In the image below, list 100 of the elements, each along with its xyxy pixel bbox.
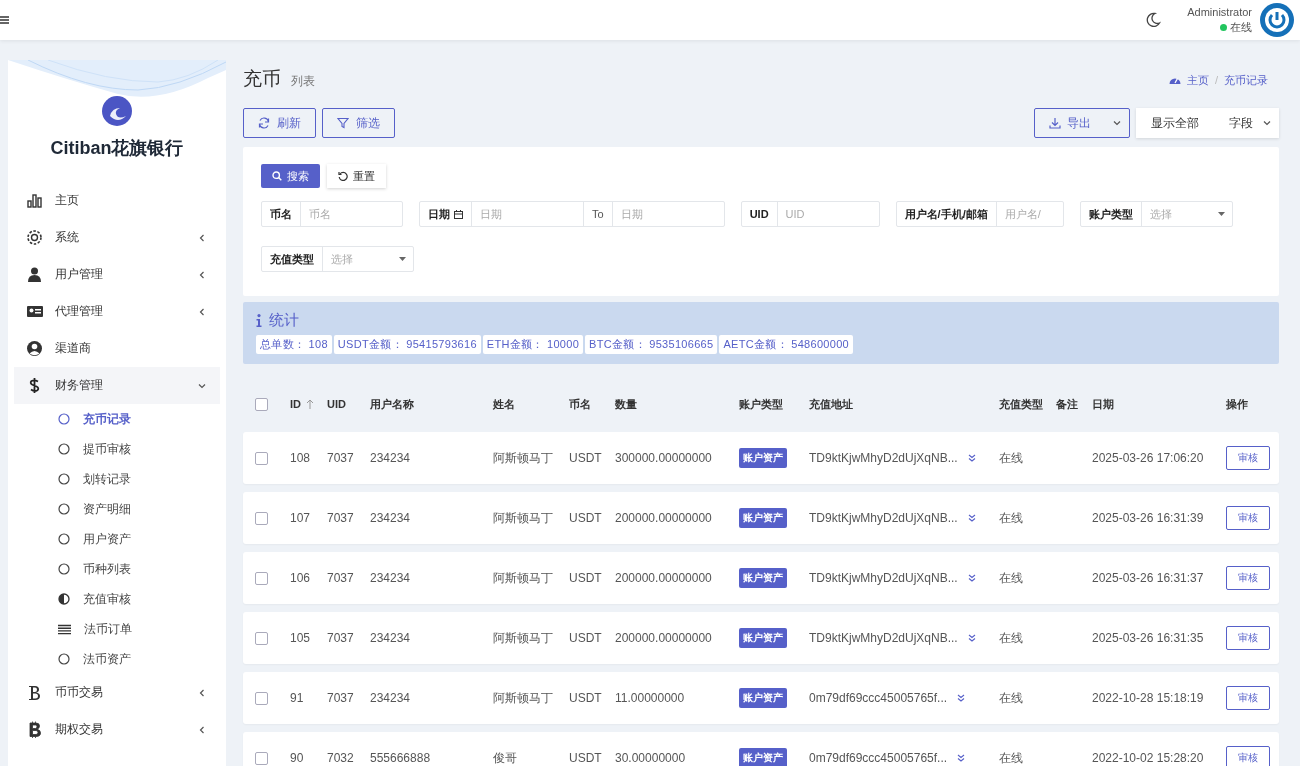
stat-pill: 总单数： 108 [256, 335, 332, 354]
review-button[interactable]: 审核 [1226, 686, 1270, 710]
review-button[interactable]: 审核 [1226, 626, 1270, 650]
moon-icon[interactable] [1145, 12, 1162, 28]
submenu-item[interactable]: 充值审核 [14, 584, 220, 614]
row-checkbox[interactable] [255, 511, 268, 525]
submenu-item[interactable]: 法币订单 [14, 614, 220, 644]
table-cell-text: 阿斯顿马丁 [493, 509, 554, 527]
sidebar-item[interactable]: 币币交易 [14, 674, 220, 711]
submenu-item[interactable]: 充币记录 [14, 404, 220, 434]
column-header[interactable]: 操作 [1226, 396, 1248, 412]
submenu-item[interactable]: 法币资产 [14, 644, 220, 674]
column-header[interactable]: 日期 [1092, 396, 1114, 412]
field-label: 币名 [262, 202, 301, 226]
table-cell-text: 200000.00000000 [615, 571, 713, 585]
sidebar-item[interactable]: 财务管理 [14, 367, 220, 404]
table-cell-text: 90 [290, 751, 305, 765]
breadcrumb-link[interactable]: 充币记录 [1224, 72, 1268, 88]
column-header[interactable]: 账户类型 [739, 396, 783, 412]
dashboard-icon [1168, 75, 1181, 85]
reset-button[interactable]: 重置 [327, 164, 386, 188]
sidebar-item[interactable]: 主页 [14, 182, 220, 219]
column-header[interactable]: ID [290, 398, 301, 410]
column-header[interactable]: 用户名称 [370, 396, 414, 412]
filter-field[interactable]: 币名 币名 [261, 201, 403, 227]
bar-chart-icon [26, 192, 43, 209]
stats-title: 统计 [269, 311, 299, 330]
export-button[interactable]: 导出 [1034, 108, 1130, 138]
column-header[interactable]: UID [327, 398, 346, 410]
account-type-tag: 账户资产 [739, 688, 787, 708]
double-chevron-icon[interactable] [957, 694, 966, 702]
calendar-icon [454, 209, 463, 219]
double-chevron-icon[interactable] [967, 634, 976, 642]
double-chevron-icon[interactable] [967, 454, 976, 462]
table-cell: TD9ktKjwMhyD2dUjXqNB... [809, 571, 958, 585]
circle-icon [58, 443, 70, 455]
table-cell: TD9ktKjwMhyD2dUjXqNB... [809, 631, 958, 645]
sidebar-item[interactable]: 代理管理 [14, 293, 220, 330]
review-button[interactable]: 审核 [1226, 506, 1270, 530]
avatar-power-icon[interactable] [1260, 3, 1294, 37]
filter-field[interactable]: UID UID [740, 201, 880, 227]
row-checkbox[interactable] [255, 451, 268, 465]
review-button[interactable]: 审核 [1226, 446, 1270, 470]
review-button[interactable]: 审核 [1226, 746, 1270, 766]
gear-icon [26, 229, 43, 246]
columns-dropdown[interactable]: 显示全部 字段 [1136, 108, 1279, 138]
column-header[interactable]: 充值类型 [999, 396, 1043, 412]
user-name: Administrator [1187, 5, 1252, 18]
sidebar-item[interactable]: 系统 [14, 219, 220, 256]
filter-field[interactable]: 用户名/手机/邮箱 用户名/ [895, 201, 1064, 227]
submenu-item[interactable]: 提币审核 [14, 434, 220, 464]
row-checkbox[interactable] [255, 631, 268, 645]
search-button[interactable]: 搜索 [261, 164, 320, 188]
date-range-field[interactable]: 日期 日期 To 日期 [419, 201, 725, 227]
account-type-tag: 账户资产 [739, 448, 787, 468]
caret-icon [198, 233, 206, 242]
select-all-checkbox[interactable] [255, 397, 268, 411]
sidebar-item[interactable]: 期权交易 [14, 711, 220, 748]
column-header[interactable]: 充值地址 [809, 396, 853, 412]
date-field[interactable]: 日期 [612, 202, 724, 226]
caret-icon [198, 688, 206, 697]
row-checkbox[interactable] [255, 691, 268, 705]
double-chevron-icon[interactable] [957, 754, 966, 762]
table-cell: TD9ktKjwMhyD2dUjXqNB... [809, 451, 958, 465]
row-checkbox[interactable] [255, 751, 268, 765]
column-header[interactable]: 姓名 [493, 396, 515, 412]
page-subtitle: 列表 [291, 73, 315, 90]
table-cell-text: 7037 [327, 631, 355, 645]
column-header[interactable]: 币名 [569, 396, 591, 412]
column-header[interactable]: 数量 [615, 396, 637, 412]
account-type-tag: 账户资产 [739, 508, 787, 528]
table-cell-text: 在线 [999, 569, 1024, 587]
table-cell-text: 在线 [999, 749, 1024, 766]
review-button[interactable]: 审核 [1226, 566, 1270, 590]
table-cell-text: 234234 [370, 571, 412, 585]
double-chevron-icon[interactable] [967, 514, 976, 522]
submenu-item[interactable]: 资产明细 [14, 494, 220, 524]
field-label: 日期 [420, 202, 472, 226]
sidebar-item[interactable]: 用户管理 [14, 256, 220, 293]
table-cell-text: 91 [290, 691, 305, 705]
submenu-item[interactable]: 划转记录 [14, 464, 220, 494]
input-field[interactable]: 币名 [301, 202, 402, 226]
submenu-item[interactable]: 用户资产 [14, 524, 220, 554]
caret-icon [198, 725, 206, 734]
double-chevron-icon[interactable] [967, 574, 976, 582]
row-checkbox[interactable] [255, 571, 268, 585]
date-field[interactable]: 日期 [472, 202, 583, 226]
sidebar-item[interactable]: 渠道商 [14, 330, 220, 367]
breadcrumb-link[interactable]: 主页 [1186, 72, 1209, 88]
table-cell-text: 2025-03-26 16:31:35 [1092, 631, 1205, 645]
table-cell-text: 107 [290, 511, 312, 525]
input-field[interactable]: 用户名/ [996, 202, 1063, 226]
filter-button[interactable]: 筛选 [322, 108, 395, 138]
submenu-item[interactable]: 币种列表 [14, 554, 220, 584]
refresh-button[interactable]: 刷新 [243, 108, 316, 138]
undo-icon [338, 171, 348, 181]
column-header[interactable]: 备注 [1056, 396, 1078, 412]
menu-icon[interactable] [0, 16, 9, 24]
table-cell-text: 阿斯顿马丁 [493, 449, 554, 467]
input-field[interactable]: UID [777, 202, 879, 226]
